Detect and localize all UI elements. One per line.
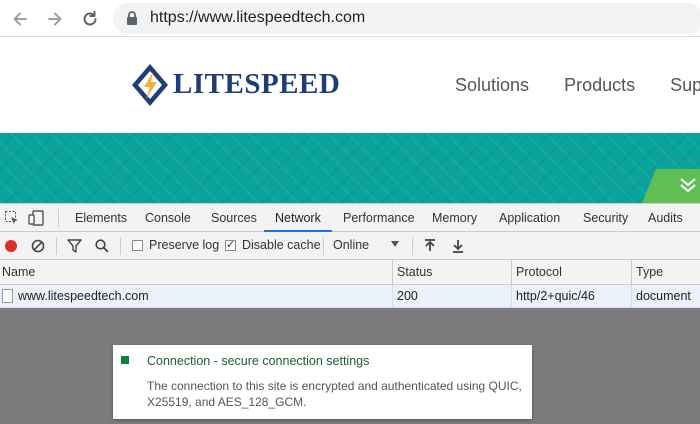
reload-icon: [83, 10, 97, 26]
tabbar-divider: [58, 209, 59, 227]
preserve-log-label[interactable]: Preserve log: [149, 238, 219, 252]
nav-item-products[interactable]: Products: [564, 75, 635, 96]
toolbar-divider: [323, 237, 324, 255]
tab-network[interactable]: Network: [264, 204, 332, 232]
row-name: www.litespeedtech.com: [0, 285, 392, 308]
disable-cache-checkbox[interactable]: [225, 238, 236, 251]
search-icon[interactable]: [95, 239, 109, 253]
table-row[interactable]: www.litespeedtech.com 200 http/2+quic/46…: [0, 285, 700, 308]
hero-banner: [0, 133, 700, 203]
site-header: LITESPEED Solutions Products Suppor: [0, 37, 700, 133]
lock-icon[interactable]: [125, 10, 139, 26]
back-arrow-icon: [13, 12, 27, 26]
column-header-name[interactable]: Name: [0, 260, 392, 285]
nav-item-support[interactable]: Suppor: [670, 75, 700, 96]
address-bar[interactable]: https://www.litespeedtech.com: [113, 3, 700, 34]
clear-icon[interactable]: [31, 239, 45, 253]
inspect-element-icon[interactable]: [4, 210, 20, 226]
secure-status-indicator: [121, 356, 129, 364]
logo-text[interactable]: LITESPEED: [173, 68, 340, 101]
tab-performance[interactable]: Performance: [343, 204, 415, 232]
network-toolbar: Preserve log Disable cache Online: [0, 232, 700, 260]
tab-security[interactable]: Security: [583, 204, 628, 232]
forward-arrow-icon: [48, 12, 62, 26]
url-text: https://www.litespeedtech.com: [150, 9, 366, 26]
tab-memory[interactable]: Memory: [432, 204, 477, 232]
connection-info-popup: Connection - secure connection settings …: [113, 345, 532, 419]
toolbar-divider: [120, 237, 121, 255]
column-header-protocol[interactable]: Protocol: [511, 260, 631, 285]
record-icon[interactable]: [4, 239, 18, 253]
filter-icon[interactable]: [67, 239, 82, 253]
toolbar-divider: [412, 237, 413, 255]
popup-title: Connection - secure connection settings: [147, 354, 370, 368]
document-icon: [2, 289, 13, 303]
forward-button[interactable]: [43, 7, 67, 31]
site-nav: Solutions Products Suppor: [455, 75, 700, 96]
throttling-select[interactable]: Online: [333, 238, 369, 252]
popup-body: The connection to this site is encrypted…: [147, 379, 522, 409]
network-table-header: Name Status Protocol Type: [0, 260, 700, 285]
disable-cache-label[interactable]: Disable cache: [242, 238, 321, 252]
tab-audits[interactable]: Audits: [648, 204, 683, 232]
tab-console[interactable]: Console: [145, 204, 191, 232]
export-har-icon[interactable]: [452, 239, 464, 253]
row-status: 200: [392, 285, 511, 308]
chevron-down-icon[interactable]: [678, 175, 698, 195]
reload-button[interactable]: [78, 7, 102, 31]
back-button[interactable]: [8, 7, 32, 31]
column-header-status[interactable]: Status: [392, 260, 511, 285]
column-header-type[interactable]: Type: [631, 260, 700, 285]
row-type: document: [631, 285, 700, 308]
nav-item-solutions[interactable]: Solutions: [455, 75, 529, 96]
row-protocol: http/2+quic/46: [511, 285, 631, 308]
tab-application[interactable]: Application: [499, 204, 560, 232]
tab-elements[interactable]: Elements: [75, 204, 127, 232]
preserve-log-checkbox[interactable]: [132, 240, 143, 251]
browser-toolbar: https://www.litespeedtech.com: [0, 0, 700, 37]
litespeed-logo-icon[interactable]: [132, 64, 168, 106]
chevron-down-icon[interactable]: [391, 241, 399, 247]
devtools-tabbar: Elements Console Sources Network Perform…: [0, 204, 700, 232]
tab-sources[interactable]: Sources: [211, 204, 257, 232]
row-name-text: www.litespeedtech.com: [18, 289, 149, 303]
toolbar-divider: [56, 237, 57, 255]
device-toolbar-icon[interactable]: [28, 210, 46, 226]
import-har-icon[interactable]: [424, 239, 436, 253]
